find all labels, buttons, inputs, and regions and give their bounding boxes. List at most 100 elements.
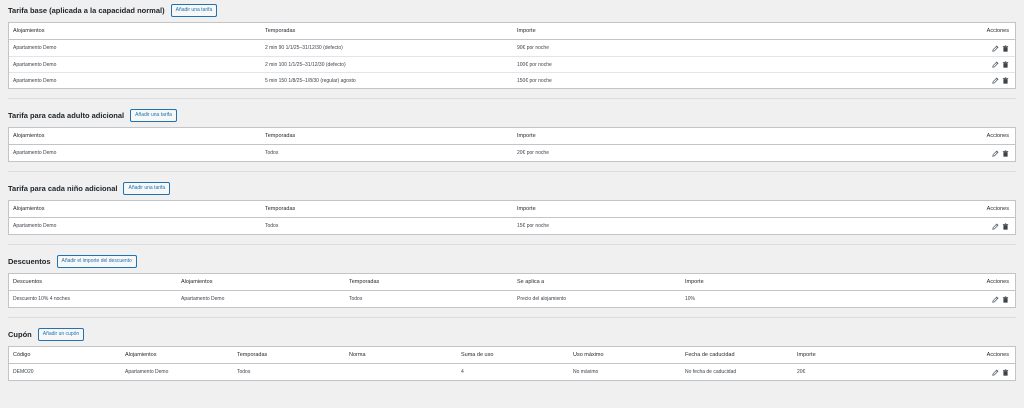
section-divider: [8, 98, 1016, 99]
column-header: Alojamientos: [125, 352, 157, 358]
pencil-icon[interactable]: [992, 149, 999, 157]
column-header: Fecha de caducidad: [685, 352, 735, 358]
table: Alojamientos Temporadas Importe Acciones Apa…: [8, 22, 1016, 89]
table-cell: 90€ por noche: [517, 45, 549, 51]
pencil-icon[interactable]: [992, 61, 999, 68]
section-adult: Tarifa para cada adulto adicional Añadir …: [8, 105, 1016, 172]
table-cell: Apartamento Demo: [13, 77, 57, 84]
table-cell: 20€ por noche: [517, 150, 549, 156]
table-cell: Todos: [237, 369, 251, 375]
column-header: Temporadas: [349, 279, 380, 285]
table-cell: Todos: [349, 296, 363, 302]
row-actions: [975, 149, 1015, 157]
trash-icon[interactable]: [1002, 295, 1009, 303]
row-actions: [975, 61, 1015, 68]
pencil-icon[interactable]: [992, 222, 999, 230]
column-header: Suma de uso: [461, 352, 494, 358]
column-header: Importe: [685, 279, 704, 285]
table: Código Alojamientos Temporadas Norma Suma de…: [8, 346, 1016, 381]
section-header: Tarifa para cada niño adicional Añadir un…: [8, 178, 1016, 198]
section-header: Tarifa base (aplicada a la capacidad nor…: [8, 0, 1016, 20]
trash-icon[interactable]: [1002, 44, 1009, 52]
pencil-icon[interactable]: [992, 295, 999, 303]
rates-page: Tarifa base (aplicada a la capacidad nor…: [0, 0, 1024, 381]
section-divider: [8, 244, 1016, 245]
column-header: Importe: [517, 206, 536, 212]
column-header-actions: Acciones: [986, 28, 1009, 34]
table-row: DEMO20 Apartamento Demo Todos 4 No máximo No …: [9, 364, 1015, 380]
trash-icon[interactable]: [1002, 61, 1009, 68]
column-header-actions: Acciones: [986, 279, 1009, 285]
table-cell: 5 min 150 1/8/25–1/8/30 (regular) agosto: [265, 77, 356, 84]
table-cell: Apartamento Demo: [13, 223, 57, 229]
pencil-icon[interactable]: [992, 44, 999, 52]
table-cell: Apartamento Demo: [13, 45, 57, 51]
add-button[interactable]: Añadir una tarifa: [170, 3, 218, 17]
table: Alojamientos Temporadas Importe Acciones Apa…: [8, 127, 1016, 162]
trash-icon[interactable]: [1002, 368, 1009, 376]
table-cell: 15€ por noche: [517, 223, 549, 229]
table: Alojamientos Temporadas Importe Acciones Apa…: [8, 200, 1016, 235]
table: Descuentos Alojamientos Temporadas Se aplic…: [8, 273, 1016, 308]
row-actions: [975, 44, 1015, 52]
table-row: Apartamento Demo 5 min 150 1/8/25–1/8/30 …: [9, 72, 1015, 88]
row-actions: [975, 222, 1015, 230]
column-header: Descuentos: [13, 279, 43, 285]
column-header: Temporadas: [265, 133, 296, 139]
section-title: Tarifa base (aplicada a la capacidad nor…: [8, 5, 165, 15]
trash-icon[interactable]: [1002, 77, 1009, 84]
section-title: Tarifa para cada adulto adicional: [8, 110, 125, 120]
add-button[interactable]: Añadir una tarifa: [123, 181, 171, 195]
table-cell: 2 min 90 1/1/25–31/12/30 (defecto): [265, 45, 343, 51]
pencil-icon[interactable]: [992, 368, 999, 376]
column-header: Temporadas: [265, 28, 296, 34]
column-header: Alojamientos: [13, 206, 45, 212]
table-cell: 2 min 100 1/1/25–31/12/30 (defecto): [265, 61, 346, 68]
table-row: Apartamento Demo Todos 20€ por noche: [9, 145, 1015, 161]
table-row: Apartamento Demo 2 min 100 1/1/25–31/12/3…: [9, 56, 1015, 72]
column-header: Alojamientos: [181, 279, 213, 285]
column-header: Temporadas: [237, 352, 268, 358]
column-header: Se aplica a: [517, 279, 545, 285]
column-header: Importe: [797, 352, 816, 358]
section-title: Cupón: [8, 329, 32, 339]
section-base: Tarifa base (aplicada a la capacidad nor…: [8, 0, 1016, 99]
table-cell: Apartamento Demo: [181, 296, 225, 302]
trash-icon[interactable]: [1002, 149, 1009, 157]
pencil-icon[interactable]: [992, 77, 999, 84]
table-cell: Apartamento Demo: [13, 61, 57, 68]
table-cell: DEMO20: [13, 369, 34, 375]
column-header: Uso máximo: [573, 352, 604, 358]
trash-icon[interactable]: [1002, 222, 1009, 230]
column-header: Temporadas: [265, 206, 296, 212]
section-child: Tarifa para cada niño adicional Añadir un…: [8, 178, 1016, 245]
section-header: Cupón Añadir un cupón: [8, 324, 1016, 344]
row-actions: [975, 368, 1015, 376]
table-cell: Todos: [265, 223, 279, 229]
add-button[interactable]: Añadir el importe del descuento: [56, 254, 137, 268]
table-cell: 150€ por noche: [517, 77, 552, 84]
section-divider: [8, 171, 1016, 172]
section-header: Tarifa para cada adulto adicional Añadir …: [8, 105, 1016, 125]
table-cell: Precio del alojamiento: [517, 296, 567, 302]
column-header: Norma: [349, 352, 366, 358]
table-header-row: Alojamientos Temporadas Importe Acciones: [9, 23, 1015, 40]
table-cell: No fecha de caducidad: [685, 369, 737, 375]
column-header: Alojamientos: [13, 133, 45, 139]
section-coupon: Cupón Añadir un cupón Código Alojamientos Te…: [8, 324, 1016, 381]
column-header: Código: [13, 352, 31, 358]
column-header-actions: Acciones: [986, 352, 1009, 358]
add-button[interactable]: Añadir una tarifa: [130, 108, 177, 122]
table-header-row: Descuentos Alojamientos Temporadas Se aplic…: [9, 274, 1015, 291]
add-button[interactable]: Añadir un cupón: [37, 327, 85, 341]
table-header-row: Alojamientos Temporadas Importe Acciones: [9, 201, 1015, 218]
table-row: Apartamento Demo Todos 15€ por noche: [9, 218, 1015, 234]
table-cell: 100€ por noche: [517, 61, 552, 68]
table-cell: No máximo: [573, 369, 599, 375]
section-title: Tarifa para cada niño adicional: [8, 183, 118, 193]
column-header: Importe: [517, 133, 536, 139]
table-cell: 20€: [797, 369, 806, 375]
table-cell: Apartamento Demo: [125, 369, 169, 375]
column-header: Importe: [517, 28, 536, 34]
row-actions: [975, 77, 1015, 84]
